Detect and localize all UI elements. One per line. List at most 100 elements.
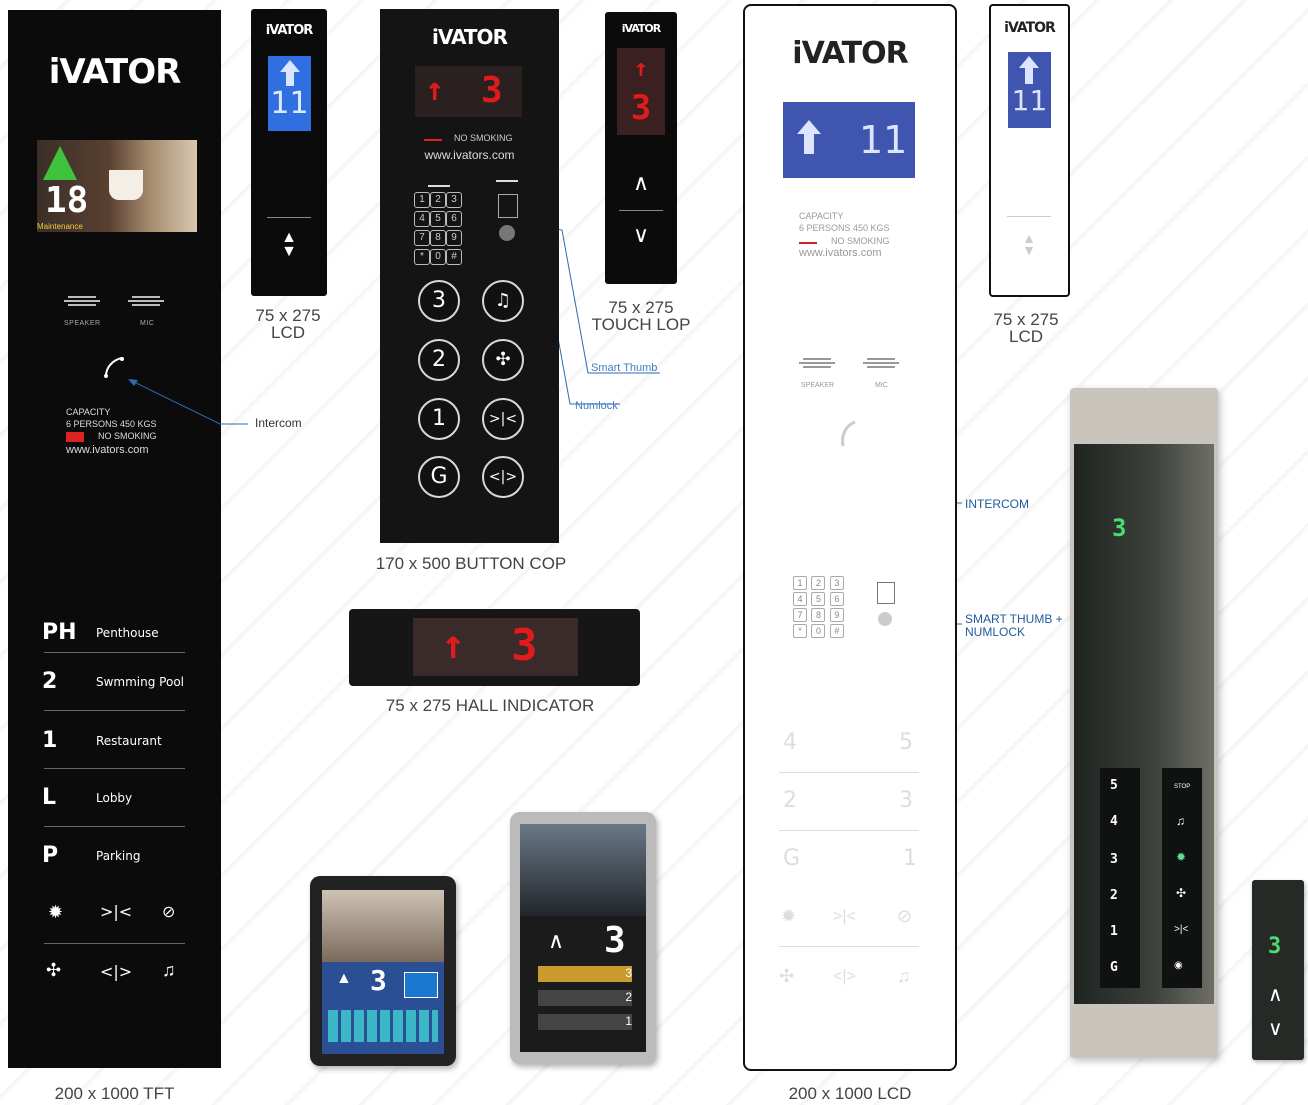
lcd-small-2-caption: 75 x 275 LCD xyxy=(978,311,1074,345)
intercom-caps-callout: INTERCOM xyxy=(965,497,1029,511)
touch-lop-caption: 75 x 275 TOUCH LOP xyxy=(585,299,697,333)
floor-button-g[interactable]: G xyxy=(1110,960,1118,975)
key[interactable]: 5 xyxy=(430,211,446,227)
floor-button-2[interactable]: 2 xyxy=(418,339,460,381)
key[interactable]: 0 xyxy=(811,624,826,638)
key[interactable]: 9 xyxy=(446,230,462,246)
up-button[interactable]: ∧ xyxy=(625,170,657,196)
fan-icon[interactable]: ✣ xyxy=(779,966,794,987)
lcd-panel-keypad[interactable]: 1 2 3 4 5 6 7 8 9 * 0 # xyxy=(793,574,847,638)
key[interactable]: 2 xyxy=(811,576,826,590)
numlock-callout: Numlock xyxy=(575,400,618,412)
floor-button-1[interactable]: 1 xyxy=(1110,924,1118,939)
key[interactable]: * xyxy=(793,624,807,638)
alarm-bell-icon[interactable]: ♫ xyxy=(1176,814,1185,828)
cop-keypad[interactable]: 123 456 789 * 0 # xyxy=(414,185,468,265)
down-button[interactable]: ∨ xyxy=(625,222,657,248)
floor-button-2[interactable]: 2 xyxy=(1110,888,1118,903)
website: www.ivators.com xyxy=(799,247,882,259)
lcd-small-2-logo: iVATOR xyxy=(1004,20,1056,36)
key[interactable]: 8 xyxy=(430,230,446,246)
door-open-button[interactable]: <|> xyxy=(482,456,524,498)
alarm-bell-button[interactable]: ♫ xyxy=(482,280,524,322)
floor-row[interactable]: 3 xyxy=(538,966,632,982)
door-close-icon[interactable]: >|< xyxy=(1174,924,1188,935)
key[interactable]: 1 xyxy=(793,576,807,590)
no-smoking-icon xyxy=(424,131,442,141)
key[interactable]: 7 xyxy=(793,608,807,622)
key[interactable]: # xyxy=(829,624,844,638)
key[interactable]: 7 xyxy=(414,230,430,246)
door-close-icon[interactable]: >|< xyxy=(833,908,856,926)
floor-button-1[interactable]: 1 xyxy=(903,846,917,871)
caption-line2: LCD xyxy=(1008,327,1043,346)
stop-button[interactable]: STOP xyxy=(1174,784,1190,790)
up-button[interactable]: ∧ xyxy=(1268,982,1283,1007)
lcd-small-floor: 11 xyxy=(270,86,309,121)
key[interactable]: * xyxy=(414,249,430,265)
lcd-panel-floor: 11 xyxy=(859,118,908,162)
key[interactable]: 0 xyxy=(430,249,446,265)
floor-button-g[interactable]: G xyxy=(783,846,800,871)
hall-floor: 3 xyxy=(511,620,538,671)
intercom-phone-icon[interactable] xyxy=(837,420,861,450)
smart-thumb-reader[interactable] xyxy=(877,582,895,604)
key[interactable]: # xyxy=(446,249,462,265)
floor-button-5[interactable]: 5 xyxy=(1110,778,1118,793)
floor-row-number: 1 xyxy=(625,1014,632,1028)
floor-button-g[interactable]: G xyxy=(418,456,460,498)
key[interactable]: 6 xyxy=(446,211,462,227)
key[interactable]: 4 xyxy=(793,592,807,606)
key[interactable]: 4 xyxy=(414,211,430,227)
caption-line2: LCD xyxy=(270,323,305,342)
up-down-icon[interactable]: ▲ ▼ xyxy=(279,230,299,260)
up-arrow-icon: ↑ xyxy=(425,70,445,108)
key[interactable]: 9 xyxy=(829,608,844,622)
divider xyxy=(779,772,919,773)
alarm-bell-icon[interactable]: ♫ xyxy=(897,966,911,987)
down-button[interactable]: ∨ xyxy=(1268,1016,1283,1041)
key[interactable]: 3 xyxy=(446,192,462,208)
key[interactable]: 5 xyxy=(811,592,826,606)
floor-button-5[interactable]: 5 xyxy=(899,730,913,755)
fingerprint-icon[interactable] xyxy=(499,225,515,241)
key[interactable]: 1 xyxy=(414,192,430,208)
key[interactable]: 3 xyxy=(829,576,844,590)
touch-lop-panel: iVATOR ↑ 3 ∧ ∨ xyxy=(605,12,677,284)
smart-thumb-reader[interactable] xyxy=(498,194,518,218)
door-close-button[interactable]: >|< xyxy=(482,398,524,440)
key[interactable]: 2 xyxy=(430,192,446,208)
key[interactable]: 6 xyxy=(829,592,844,606)
floor-button-3[interactable]: 3 xyxy=(418,280,460,322)
floor-row[interactable]: 1 xyxy=(538,1014,632,1030)
floor-button-4[interactable]: 4 xyxy=(783,730,797,755)
speaker-label: SPEAKER xyxy=(801,382,835,389)
touch-lop-floor: 3 xyxy=(630,88,652,128)
light-icon[interactable]: ✹ xyxy=(781,906,796,927)
stop-icon[interactable]: ⊘ xyxy=(897,906,912,927)
caption-line1: 75 x 275 xyxy=(993,310,1059,329)
button-grid[interactable] xyxy=(328,1010,438,1042)
floor-button-2[interactable]: 2 xyxy=(783,788,797,813)
fan-button[interactable]: ✣ xyxy=(482,339,524,381)
floor-button-3[interactable]: 3 xyxy=(1110,852,1118,867)
up-down-icon[interactable]: ▲ ▼ xyxy=(1019,231,1039,257)
door-open-icon[interactable]: ◉ xyxy=(1174,960,1183,971)
key[interactable]: 8 xyxy=(811,608,826,622)
callout-line2: NUMLOCK xyxy=(965,625,1026,639)
light-icon[interactable]: ✹ xyxy=(1176,850,1186,864)
cop-caption: 170 x 500 BUTTON COP xyxy=(375,554,567,573)
door-button[interactable] xyxy=(404,972,438,998)
fan-icon[interactable]: ✣ xyxy=(1176,886,1186,900)
door-open-icon[interactable]: <|> xyxy=(833,968,856,986)
floor-button-1[interactable]: 1 xyxy=(418,398,460,440)
fingerprint-icon[interactable] xyxy=(878,612,892,626)
floor-row[interactable]: 2 xyxy=(538,990,632,1006)
no-smoking-text: NO SMOKING xyxy=(454,133,513,143)
hall-caption: 75 x 275 HALL INDICATOR xyxy=(385,696,595,715)
floor-button-4[interactable]: 4 xyxy=(1110,814,1118,829)
floor-button-3[interactable]: 3 xyxy=(899,788,913,813)
lcd-panel-logo: iVATOR xyxy=(792,36,908,71)
tablet-1-floor: 3 xyxy=(370,964,387,997)
caption-line1: 75 x 275 xyxy=(255,306,321,325)
